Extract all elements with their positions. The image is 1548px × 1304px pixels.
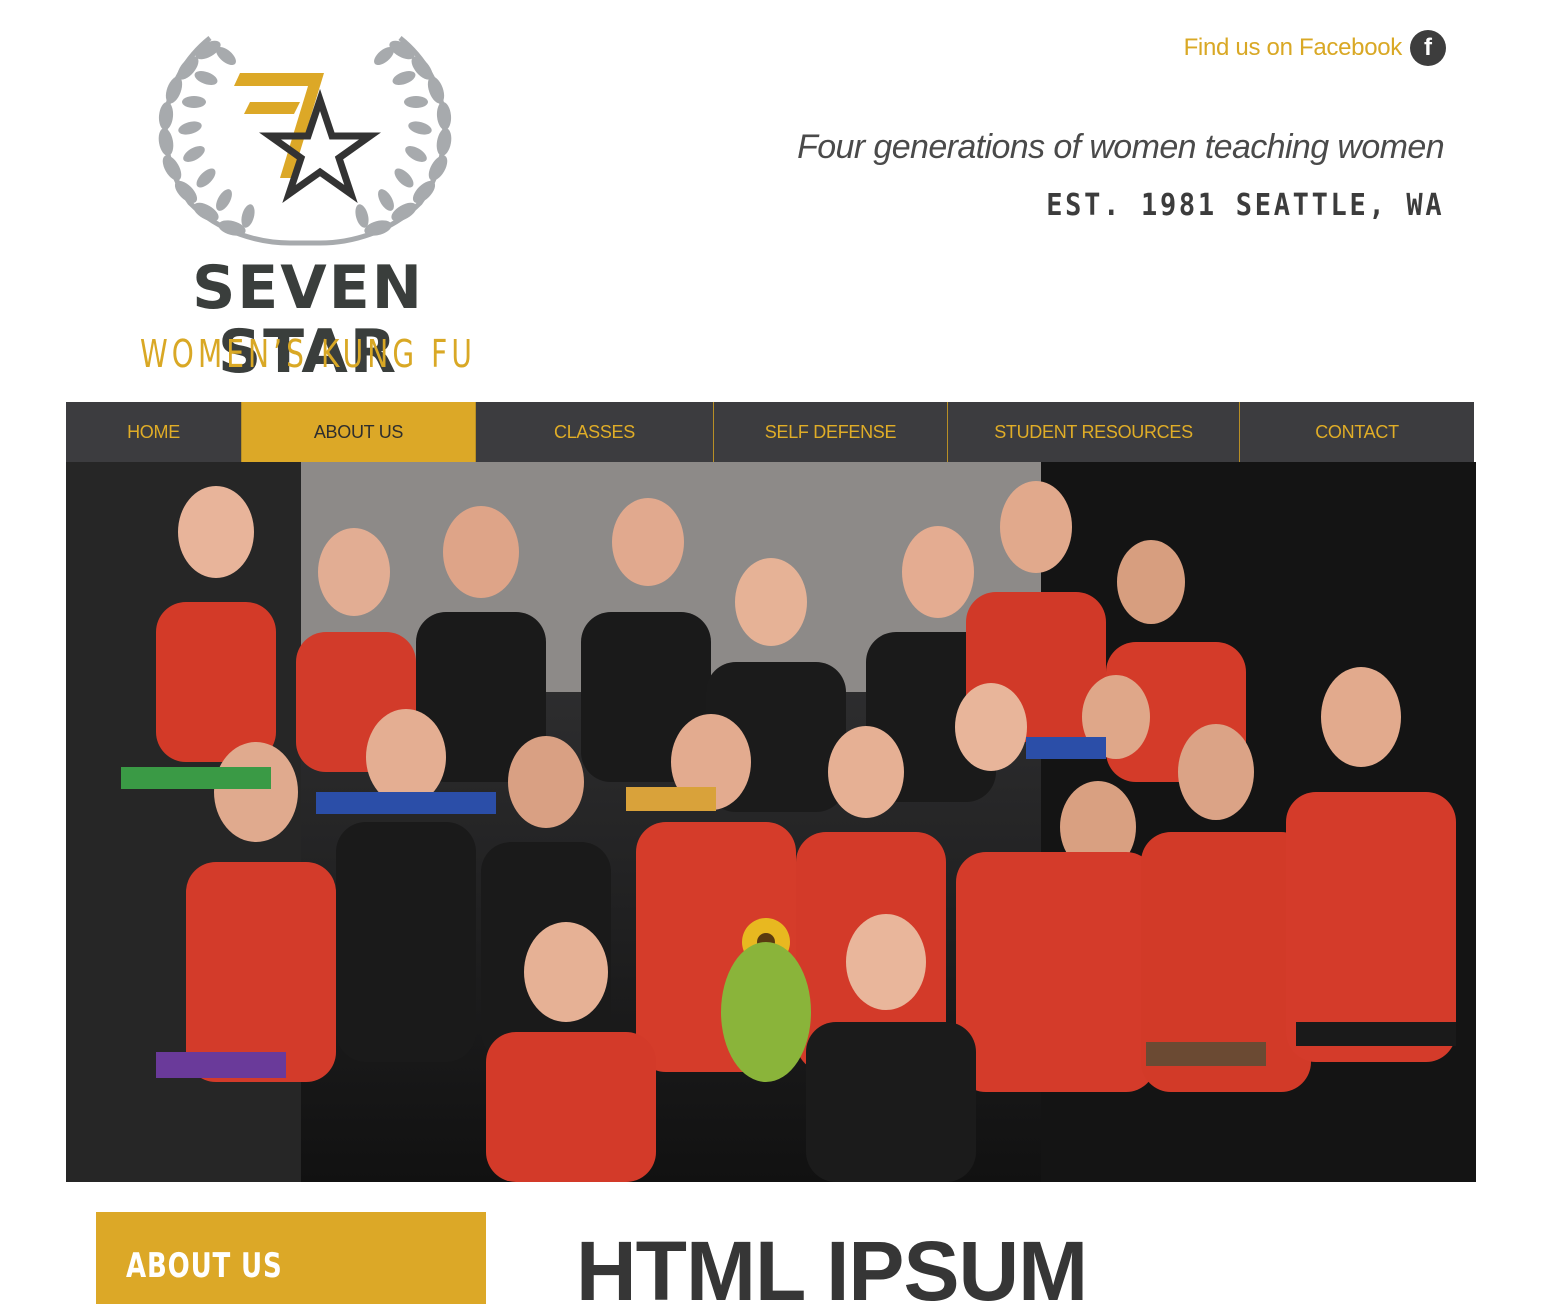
page-title: HTML IPSUM — [576, 1224, 1088, 1304]
nav-item-home[interactable]: HOME — [66, 402, 242, 462]
established-line: EST. 1981 SEATTLE, WA — [1045, 188, 1444, 223]
tagline: Four generations of women teaching women — [797, 128, 1445, 166]
sidebar-header-label: ABOUT US — [126, 1246, 283, 1286]
nav-item-self-defense[interactable]: SELF DEFENSE — [714, 402, 948, 462]
nav-item-contact[interactable]: CONTACT — [1240, 402, 1474, 462]
facebook-icon[interactable]: f — [1410, 30, 1446, 66]
nav-item-about-us[interactable]: ABOUT US — [242, 402, 476, 462]
nav-item-classes[interactable]: CLASSES — [476, 402, 714, 462]
hero-group-photo — [66, 462, 1476, 1182]
sidebar-header: ABOUT US — [96, 1212, 486, 1304]
facebook-link-label: Find us on Facebook — [1183, 34, 1403, 61]
facebook-link[interactable]: Find us on Facebook f — [1184, 30, 1446, 66]
brand-subtitle: WOMEN’S KUNG FU — [139, 332, 477, 376]
main-nav: HOME ABOUT US CLASSES SELF DEFENSE STUDE… — [66, 402, 1474, 462]
group-photo-illustration — [66, 462, 1476, 1182]
nav-item-student-resources[interactable]: STUDENT RESOURCES — [948, 402, 1240, 462]
laurel-star-emblem — [158, 36, 452, 246]
site-logo[interactable]: SEVEN STAR WOMEN’S KUNG FU — [90, 28, 530, 384]
